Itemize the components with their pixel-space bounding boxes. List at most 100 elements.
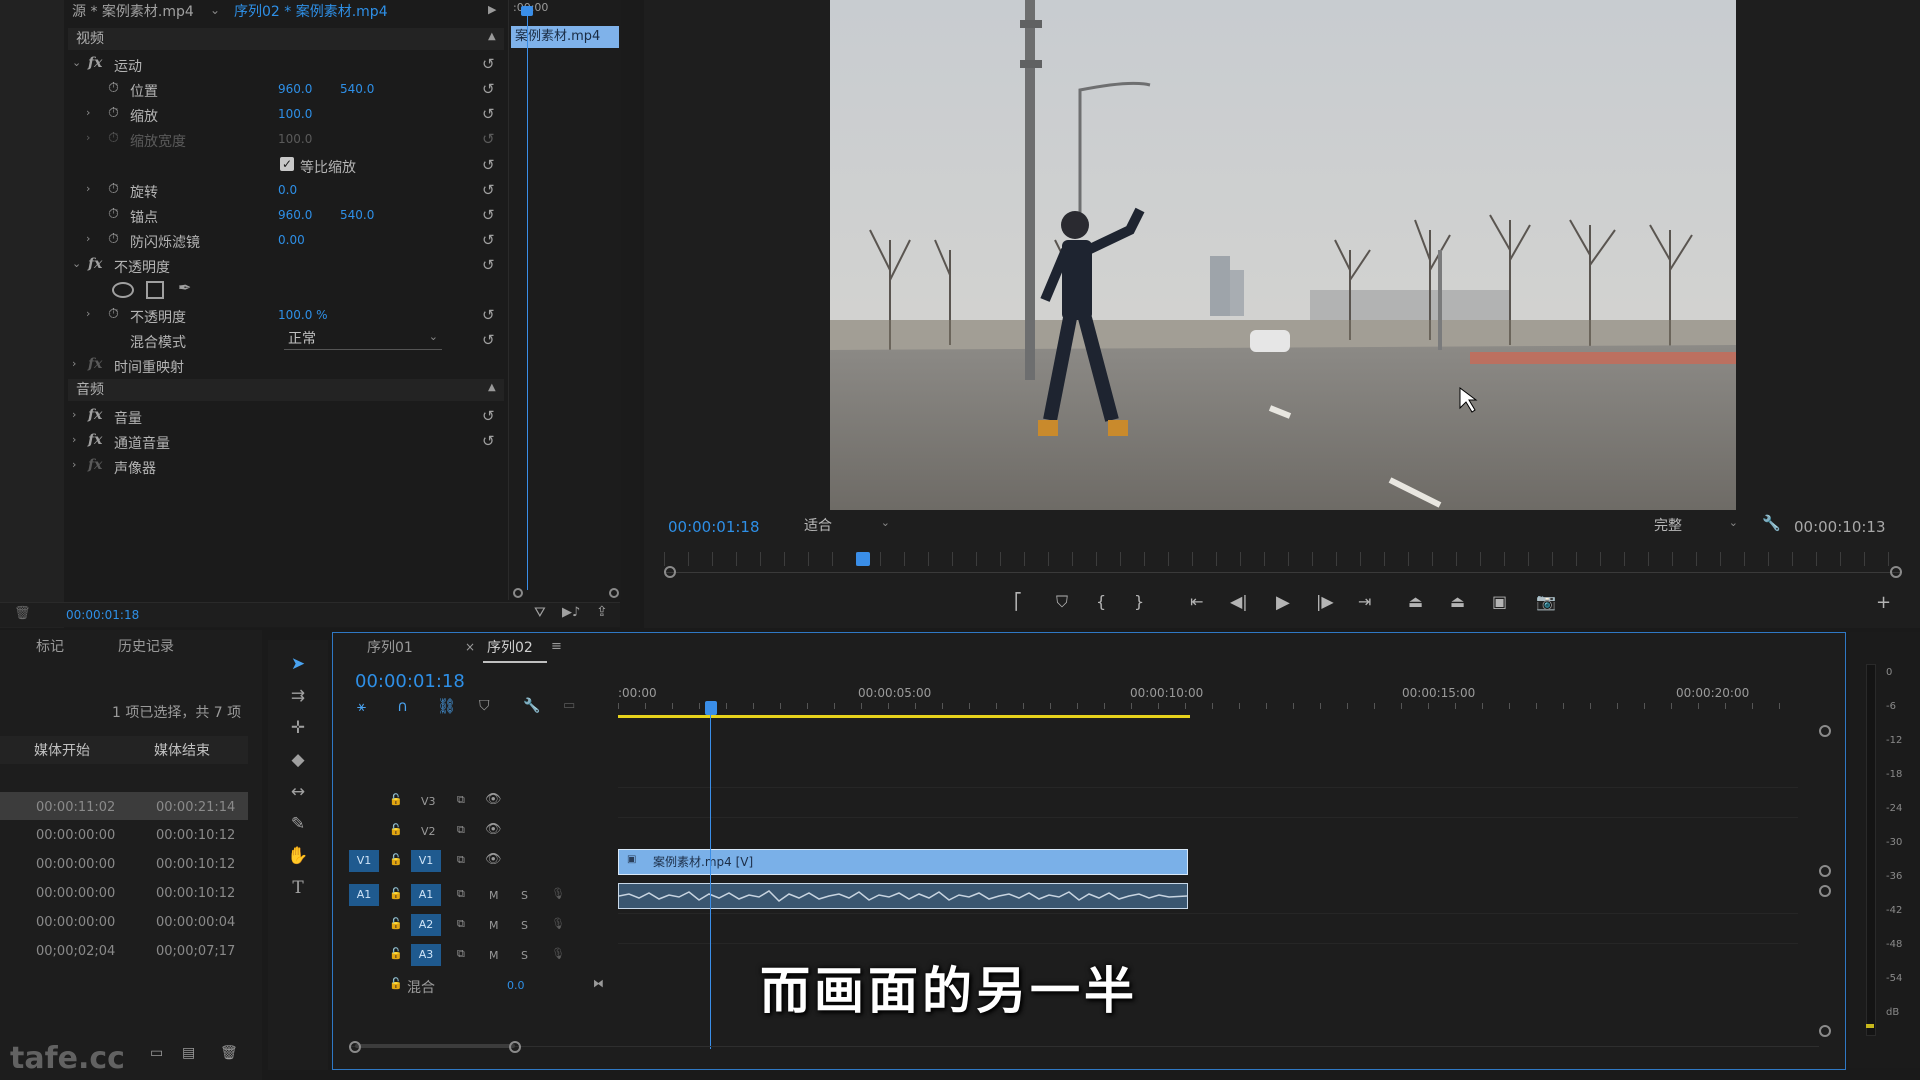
play-icon[interactable]: ▶ [1276,592,1290,613]
stopwatch-icon[interactable]: ⏱ [108,231,119,247]
eye-icon[interactable]: 👁 [485,822,502,837]
step-back-icon[interactable]: ◀| [1230,592,1248,611]
timeline-playhead-line[interactable] [710,713,711,1049]
hand-tool-icon[interactable]: ✋ [286,844,310,868]
track-select-tool-icon[interactable]: ⇉ [286,684,310,708]
wrench-icon[interactable]: 🔧 [523,699,540,713]
quality-select[interactable]: 完整 ⌄ [1650,516,1740,536]
type-tool-icon[interactable]: T [286,876,310,900]
mute-button[interactable]: M [489,919,499,932]
lock-icon[interactable]: 🔓 [389,947,403,960]
rotation-value[interactable]: 0.0 [278,183,297,197]
opacity-group-row[interactable]: ⌄ fx 不透明度 ↺ [68,252,504,276]
lock-icon[interactable]: 🔓 [389,793,403,806]
close-icon[interactable]: × [465,641,475,653]
expanded-chevron-icon[interactable]: ⌄ [72,56,81,69]
rectangle-mask-icon[interactable] [146,281,164,299]
trash-icon[interactable]: 🗑 [220,1046,238,1060]
mic-icon[interactable]: 🎙 [551,887,565,900]
source-patch-a1[interactable]: A1 [349,884,379,906]
stopwatch-icon[interactable]: ⏱ [108,181,119,197]
add-marker-icon[interactable]: ⛉ [479,699,490,713]
tab-sequence-02[interactable]: 序列02 [487,641,533,655]
snap-icon[interactable]: ∩ [397,699,408,714]
play-audio-icon[interactable]: ▶♪ [562,606,580,619]
timeline-playhead-handle[interactable] [705,701,717,715]
pen-mask-icon[interactable]: ✒ [178,280,191,296]
go-to-in-icon[interactable]: ⇤ [1190,592,1203,611]
selection-tool-icon[interactable]: ➤ [286,652,310,676]
motion-row[interactable]: ⌄ fx 运动 ↺ [68,51,504,75]
stopwatch-icon[interactable]: ⏱ [108,206,119,222]
go-to-out-icon[interactable]: ⇥ [1358,592,1371,611]
source-tab[interactable]: 源 * 案例素材.mp4 [72,5,194,19]
reset-icon[interactable]: ↺ [482,105,495,123]
trash-icon[interactable]: 🗑 [14,607,31,620]
sync-lock-icon[interactable]: ⧉ [457,853,465,867]
solo-button[interactable]: S [521,949,528,962]
list-item[interactable]: 00:00:00:00 00:00:00:04 [0,907,248,935]
export-frame-icon[interactable]: 📷 [1536,592,1556,611]
reset-icon[interactable]: ↺ [482,407,495,425]
expanded-chevron-icon[interactable]: ⌄ [72,257,81,270]
mic-icon[interactable]: 🎙 [551,917,565,930]
blend-mode-select[interactable]: 正常 ⌄ [284,329,442,350]
track-target-a1[interactable]: A1 [411,884,441,906]
uniform-scale-checkbox[interactable]: ✓ [280,157,294,171]
track-header-v1[interactable]: V1 🔓 V1 ⧉ 👁 [333,847,613,875]
solo-button[interactable]: S [521,919,528,932]
tab-sequence-01[interactable]: 序列01 [367,641,413,655]
zoom-handle-right[interactable] [509,1041,521,1053]
sync-lock-icon[interactable]: ⧉ [457,793,465,807]
video-frame[interactable] [830,0,1736,510]
source-patch-v1[interactable]: V1 [349,850,379,872]
track-target-a2[interactable]: A2 [411,914,441,936]
mark-in-out-icon[interactable]: ⎡ [1014,592,1022,611]
linked-selection-icon[interactable]: ⛓ [437,699,456,714]
ellipse-mask-icon[interactable] [112,282,134,298]
lock-icon[interactable]: 🔓 [389,823,403,836]
volume-row[interactable]: › fx 音量 ↺ [68,403,504,427]
reset-icon[interactable]: ↺ [482,156,495,174]
track-target-a3[interactable]: A3 [411,944,441,966]
track-header-a3[interactable]: 🔓 A3 ⧉ M S 🎙 [333,941,613,969]
track-header-v3[interactable]: 🔓 V3 ⧉ 👁 [333,787,613,815]
anchor-x-value[interactable]: 960.0 [278,208,312,222]
reset-icon[interactable]: ↺ [482,206,495,224]
pen-tool-icon[interactable]: ✎ [286,812,310,836]
panner-row[interactable]: › fx 声像器 [68,453,504,477]
position-x-value[interactable]: 960.0 [278,82,312,96]
zoom-scrollbar[interactable] [349,1039,1819,1055]
col-media-end[interactable]: 媒体结束 [154,744,210,758]
mute-button[interactable]: M [489,889,499,902]
v-scroll-mid1[interactable] [1819,865,1831,877]
track-header-a2[interactable]: 🔓 A2 ⧉ M S 🎙 [333,911,613,939]
reset-icon[interactable]: ↺ [482,80,495,98]
slip-tool-icon[interactable]: ↔ [286,780,310,804]
stopwatch-icon[interactable]: ⏱ [108,80,119,96]
new-item-icon[interactable]: ▤ [182,1046,195,1060]
mix-value[interactable]: 0.0 [507,979,525,992]
fit-select[interactable]: 适合 ⌄ [800,516,892,536]
collapsed-chevron-icon[interactable]: › [72,433,76,446]
list-item[interactable]: 00;00;02;04 00;00;07;17 [0,936,248,964]
video-clip[interactable]: ▣ 案例素材.mp4 [V] [618,849,1188,875]
collapsed-chevron-icon[interactable]: › [72,357,76,370]
work-area-bar[interactable] [618,715,1190,718]
mini-playhead-handle[interactable] [521,6,533,16]
v-scroll-mid2[interactable] [1819,885,1831,897]
scale-value[interactable]: 100.0 [278,107,312,121]
lock-icon[interactable]: 🔓 [389,887,403,900]
stopwatch-icon[interactable]: ⏱ [108,105,119,121]
compare-view-icon[interactable]: ▣ [1492,592,1507,611]
export-icon[interactable]: ⇪ [596,605,608,619]
sync-lock-icon[interactable]: ⧉ [457,823,465,837]
antiflicker-value[interactable]: 0.00 [278,233,305,247]
track-target-v1[interactable]: V1 [411,850,441,872]
effects-timecode[interactable]: 00:00:01:18 [66,609,139,621]
mark-out-icon[interactable]: } [1134,592,1144,611]
lock-icon[interactable]: 🔓 [389,977,403,990]
mini-timeline[interactable]: :00:00 案例素材.mp4 [508,0,621,600]
scrub-end-handle[interactable] [1890,566,1902,578]
timeline-ruler[interactable]: :00:00 00:00:05:00 00:00:10:00 00:00:15:… [618,685,1813,725]
